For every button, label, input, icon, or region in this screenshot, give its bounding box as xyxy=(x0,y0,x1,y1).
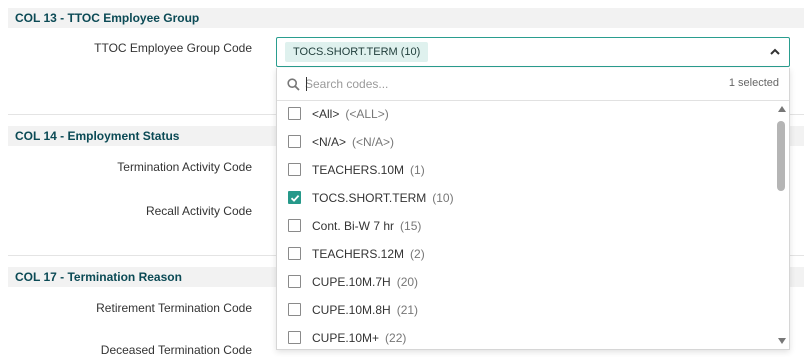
checkbox[interactable] xyxy=(288,331,301,344)
option-count: (20) xyxy=(396,275,419,289)
field-label-retirement-termination-code: Retirement Termination Code xyxy=(96,301,252,315)
option-tocs-short-term[interactable]: TOCS.SHORT.TERM (10) xyxy=(277,185,777,213)
search-input[interactable] xyxy=(305,75,685,93)
option-count: (<ALL>) xyxy=(345,107,389,121)
checkbox-checked[interactable] xyxy=(288,191,301,204)
option-label: Cont. Bi-W 7 hr (15) xyxy=(312,219,422,233)
option-cupe-10m-plus[interactable]: CUPE.10M+ (22) xyxy=(277,325,777,349)
option-na[interactable]: <N/A> (<N/A>) xyxy=(277,129,777,157)
option-teachers-12m[interactable]: TEACHERS.12M (2) xyxy=(277,241,777,269)
text-cursor xyxy=(306,77,307,91)
scrollbar[interactable] xyxy=(776,101,788,349)
search-row: 1 selected xyxy=(277,68,789,101)
checkbox[interactable] xyxy=(288,247,301,260)
option-label: TOCS.SHORT.TERM (10) xyxy=(312,191,454,205)
option-count: (22) xyxy=(385,331,407,345)
checkbox[interactable] xyxy=(288,303,301,316)
option-label: CUPE.10M+ (22) xyxy=(312,331,407,345)
option-count: (<N/A>) xyxy=(352,135,395,149)
field-label-recall-activity-code: Recall Activity Code xyxy=(145,204,252,218)
field-label-ttoc-group-code: TTOC Employee Group Code xyxy=(94,41,252,55)
option-label: TEACHERS.10M (1) xyxy=(312,163,425,177)
field-label-termination-activity-code: Termination Activity Code xyxy=(117,160,252,174)
field-label-deceased-termination-code: Deceased Termination Code xyxy=(100,343,252,357)
checkbox[interactable] xyxy=(288,219,301,232)
scroll-down-icon[interactable] xyxy=(778,338,786,344)
option-count: (1) xyxy=(410,163,425,177)
option-count: (10) xyxy=(432,191,454,205)
option-cont-biw-7hr[interactable]: Cont. Bi-W 7 hr (15) xyxy=(277,213,777,241)
checkbox[interactable] xyxy=(288,107,301,120)
option-count: (21) xyxy=(396,303,419,317)
selected-count: 1 selected xyxy=(728,77,779,89)
selected-chip[interactable]: TOCS.SHORT.TERM (10) xyxy=(285,42,429,62)
option-count: (15) xyxy=(400,219,422,233)
option-teachers-10m[interactable]: TEACHERS.10M (1) xyxy=(277,157,777,185)
option-label: <All> (<ALL>) xyxy=(312,107,389,121)
option-label: CUPE.10M.8H (21) xyxy=(312,303,419,317)
search-icon xyxy=(287,78,300,91)
option-all[interactable]: <All> (<ALL>) xyxy=(277,101,777,129)
checkbox[interactable] xyxy=(288,163,301,176)
section-title: COL 13 - TTOC Employee Group xyxy=(15,11,200,25)
option-label: <N/A> (<N/A>) xyxy=(312,135,395,149)
chevron-up-icon[interactable] xyxy=(769,46,781,58)
check-icon xyxy=(290,194,300,202)
section-title: COL 17 - Termination Reason xyxy=(15,270,182,284)
scroll-up-icon[interactable] xyxy=(778,106,786,112)
section-title: COL 14 - Employment Status xyxy=(15,129,180,143)
checkbox[interactable] xyxy=(288,135,301,148)
ttoc-group-code-select[interactable]: TOCS.SHORT.TERM (10) xyxy=(276,37,790,67)
option-cupe-10m-8h[interactable]: CUPE.10M.8H (21) xyxy=(277,297,777,325)
option-cupe-10m-7h[interactable]: CUPE.10M.7H (20) xyxy=(277,269,777,297)
section-header-col13: COL 13 - TTOC Employee Group xyxy=(8,8,804,28)
scroll-thumb[interactable] xyxy=(777,121,785,191)
codes-dropdown: 1 selected <All>(<ALL>) <N/A>(<N/A>) TEA… xyxy=(276,68,790,350)
checkbox[interactable] xyxy=(288,275,301,288)
option-label: TEACHERS.12M (2) xyxy=(312,247,425,261)
option-count: (2) xyxy=(410,247,425,261)
option-label: CUPE.10M.7H (20) xyxy=(312,275,419,289)
